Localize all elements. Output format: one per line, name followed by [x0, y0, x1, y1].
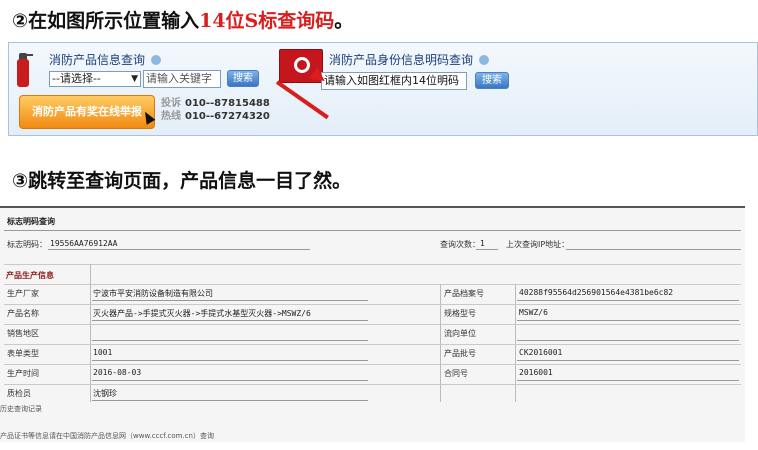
- row-right-value: MSWZ/6: [519, 308, 548, 317]
- row-right-label: 产品批号: [444, 349, 476, 358]
- row-right-label: 合同号: [444, 369, 468, 378]
- result-page: 标志明码查询 标志明码： 19556AA76912AA 查询次数： 1 上次查询…: [0, 206, 745, 442]
- section-title: 产品生产信息: [6, 271, 54, 280]
- row-left-label: 销售地区: [7, 329, 39, 338]
- code-input[interactable]: 请输入如图红框内14位明码: [321, 72, 467, 90]
- category-select[interactable]: --请选择-- ▼: [49, 71, 141, 87]
- info-dot-icon: [479, 55, 490, 65]
- id-query-title: 消防产品身份信息明码查询: [329, 51, 490, 68]
- row-left-label: 产品名称: [7, 309, 39, 318]
- code-label: 标志明码：: [7, 240, 47, 249]
- step2-suffix: 。: [334, 10, 354, 32]
- row-right-label: 规格型号: [444, 309, 476, 318]
- row-left-value: 灭火器产品->手提式灭火器->手提式水基型灭火器->MSWZ/6: [93, 309, 311, 318]
- search-button[interactable]: 搜索: [227, 70, 259, 87]
- query-count-value: 1: [480, 239, 485, 248]
- row-left-label: 生产厂家: [7, 289, 39, 298]
- footer-note: 产品证书等信息请在中国消防产品信息网（www.cccf.com.cn）查询: [0, 432, 214, 440]
- step2-highlight: 14位S标查询码: [199, 10, 335, 32]
- step2-prefix: ②在如图所示位置输入: [12, 10, 200, 32]
- keyword-input[interactable]: 请输入关键字: [143, 70, 221, 88]
- info-dot-icon: [151, 55, 162, 65]
- step3-heading: ③跳转至查询页面，产品信息一目了然。: [12, 170, 352, 192]
- hotline-numbers: 010--87815488 010--67274320: [185, 97, 270, 123]
- row-left-value: 1001: [93, 348, 113, 357]
- hotline-number-1: 010--87815488: [185, 98, 270, 109]
- row-right-value: 2016001: [519, 368, 553, 377]
- result-title: 标志明码查询: [7, 217, 55, 226]
- row-right-label: 产品档案号: [444, 289, 484, 298]
- online-report-button[interactable]: 消防产品有奖在线举报: [19, 95, 155, 129]
- search-panel: 消防产品信息查询 --请选择-- ▼ 请输入关键字 搜索 消防产品有奖在线举报 投…: [8, 42, 758, 136]
- query-count-label: 查询次数：: [440, 240, 480, 249]
- row-right-label: 流向单位: [444, 329, 476, 338]
- row-left-value: 宁波市平安消防设备制造有限公司: [93, 289, 213, 298]
- hotline-label: 投诉热线: [161, 98, 181, 122]
- row-left-label: 表单类型: [7, 349, 39, 358]
- hotline-number-2: 010--67274320: [185, 111, 270, 122]
- row-left-label: 质检员: [7, 389, 31, 398]
- last-ip-label: 上次查询IP地址：: [506, 240, 570, 249]
- code-search-button[interactable]: 搜索: [475, 72, 509, 89]
- row-left-value: 沈钢珍: [93, 389, 117, 398]
- row-right-value: CK2016001: [519, 348, 563, 357]
- step2-heading: ②在如图所示位置输入14位S标查询码。: [12, 6, 353, 33]
- dropdown-arrow-icon: ▼: [131, 74, 138, 84]
- code-value: 19556AA76912AA: [50, 239, 118, 248]
- row-left-label: 生产时间: [7, 369, 39, 378]
- row-right-value: 40288f95564d256901564e4381be6c82: [519, 288, 674, 297]
- row-left-value: 2016-08-03: [93, 368, 142, 377]
- history-link[interactable]: 历史查询记录: [0, 404, 42, 414]
- fire-extinguisher-icon: [15, 51, 33, 87]
- product-query-title: 消防产品信息查询: [49, 51, 162, 68]
